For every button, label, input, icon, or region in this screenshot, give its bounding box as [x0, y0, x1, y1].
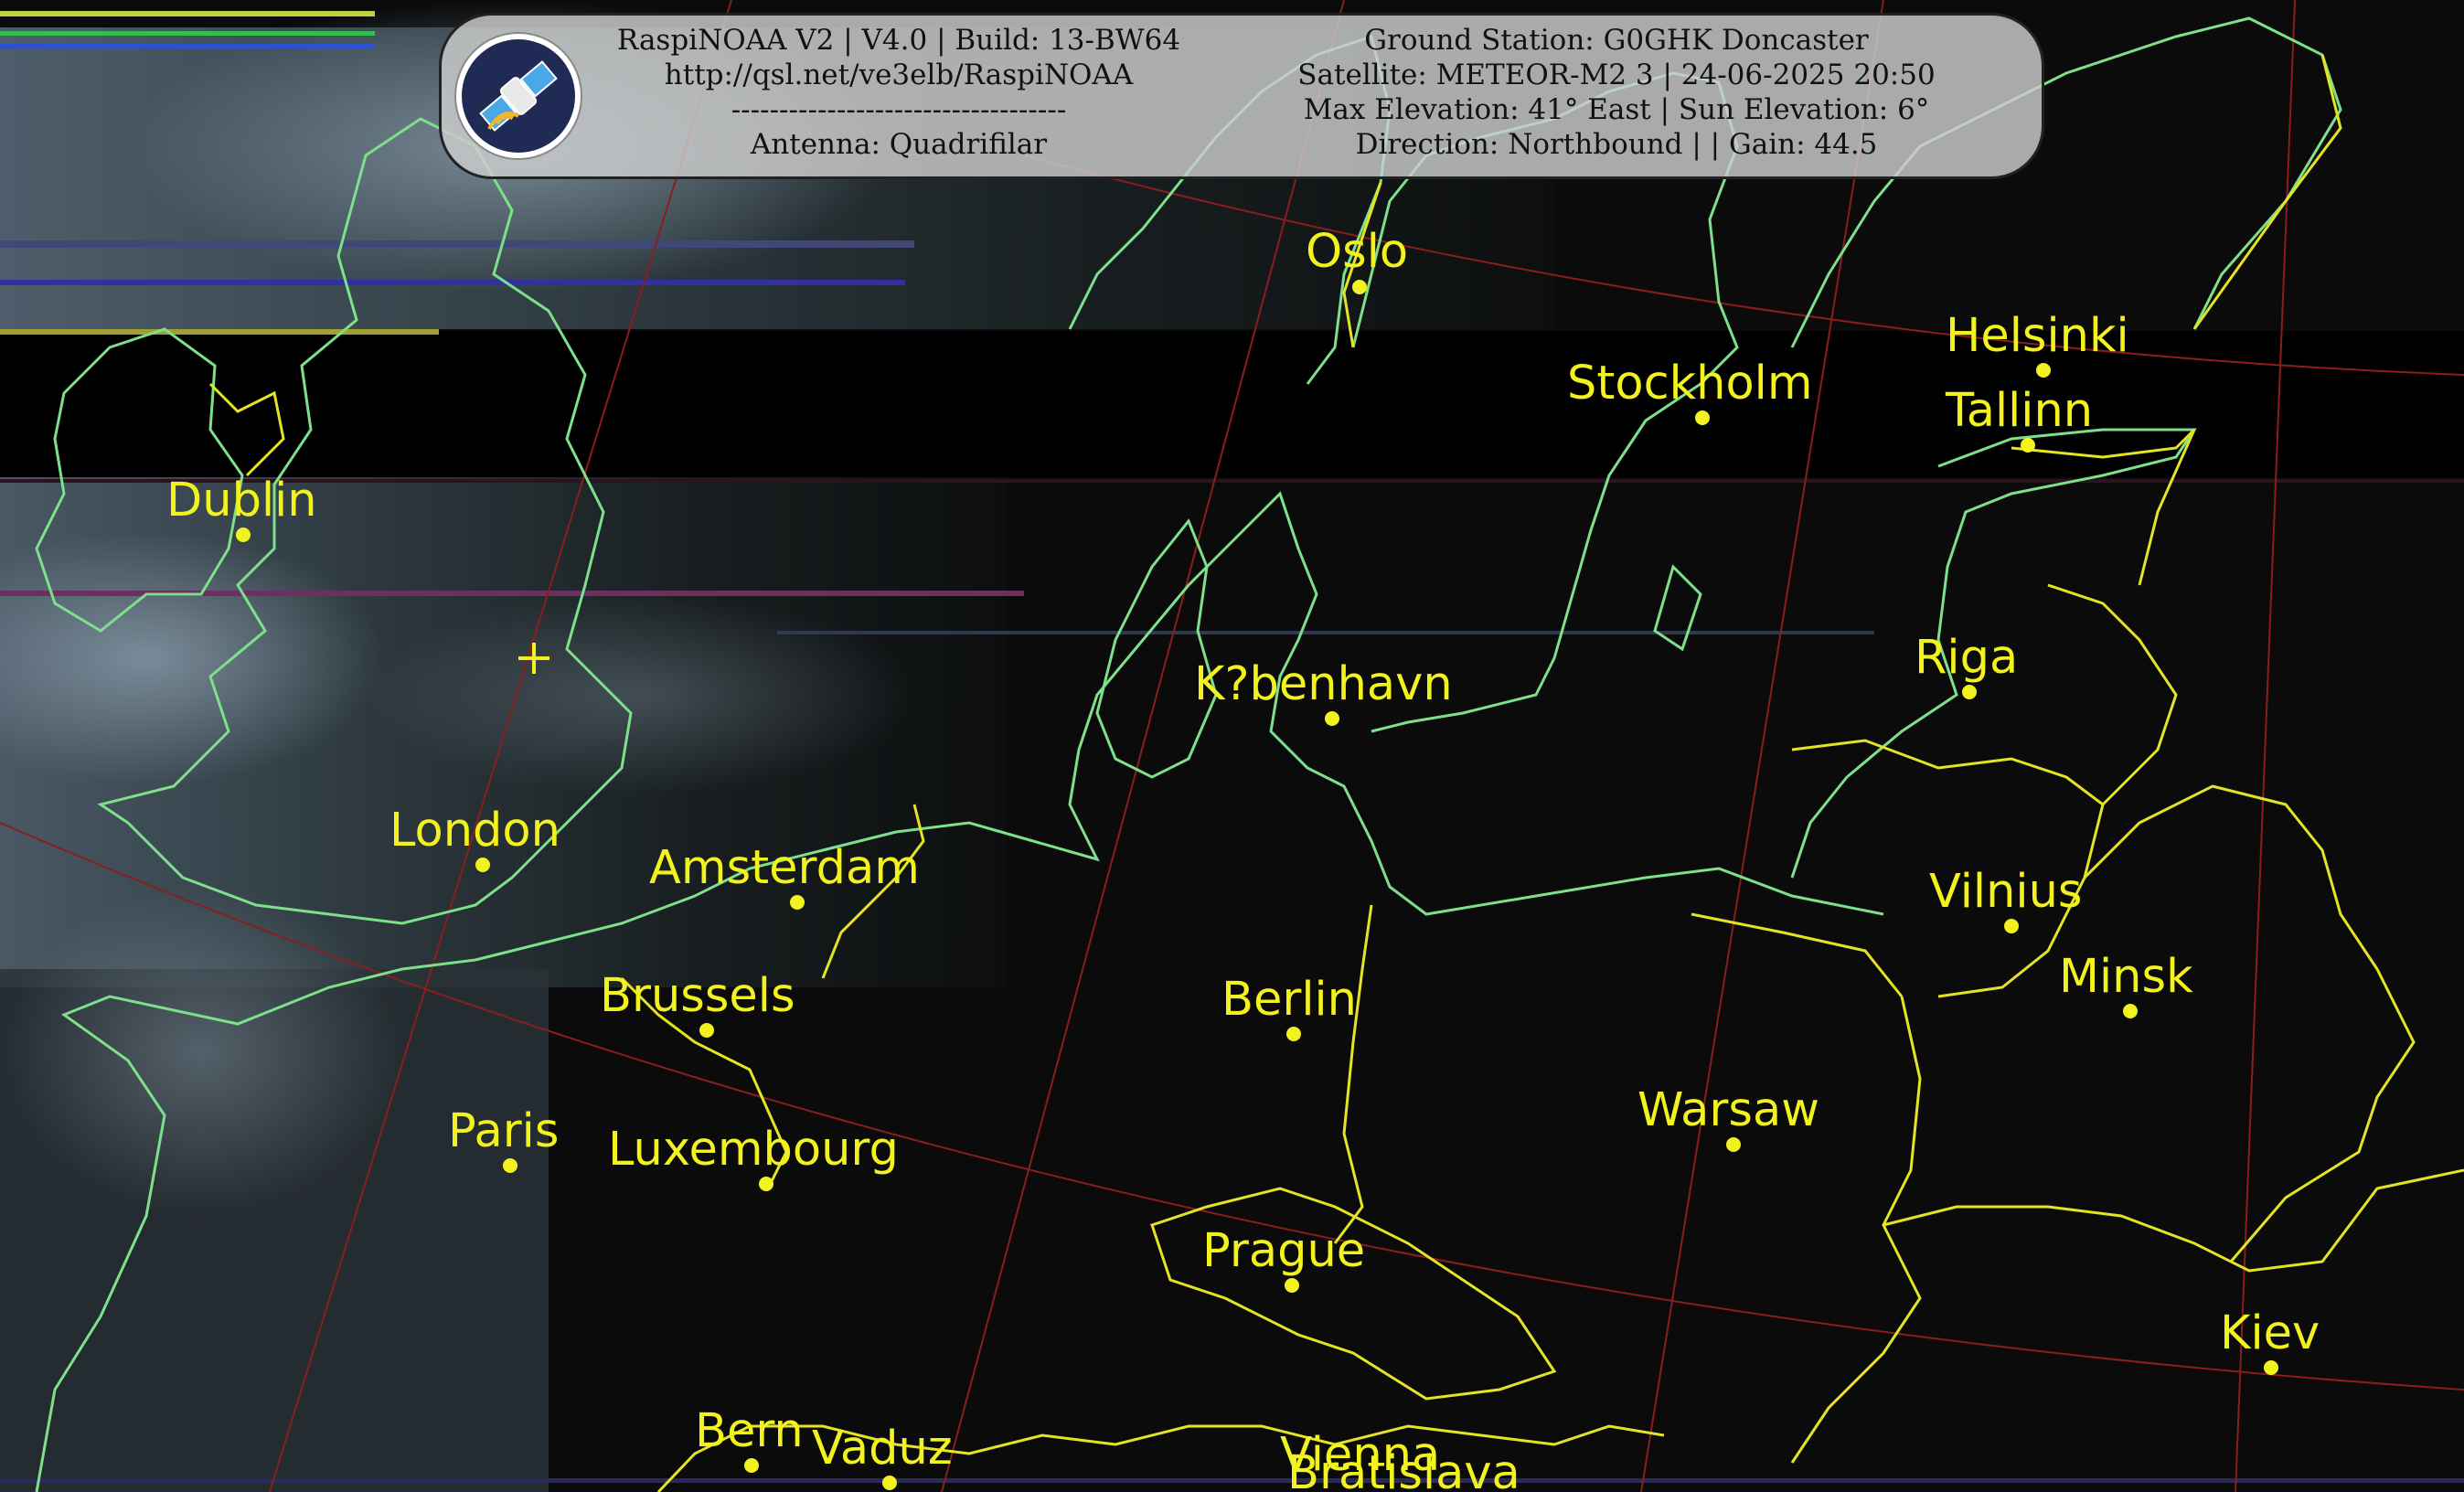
pass-info-header: RaspiNOAA V2 | V4.0 | Build: 13-BW64 htt… — [439, 13, 2044, 179]
signal-noise-line — [0, 280, 905, 285]
signal-noise-line — [0, 479, 2464, 483]
city-label: Helsinki — [1946, 309, 2129, 363]
header-left-column: RaspiNOAA V2 | V4.0 | Build: 13-BW64 htt… — [597, 23, 1200, 162]
city-label: Berlin — [1221, 973, 1357, 1027]
city-label: Minsk — [2059, 950, 2193, 1004]
city-label: Kiev — [2220, 1306, 2320, 1360]
city-label: Vaduz — [812, 1422, 953, 1476]
header-satellite: Satellite: METEOR-M2 3 | 24-06-2025 20:5… — [1297, 59, 1936, 91]
city-dot — [790, 895, 805, 910]
city-marker[interactable]: Bratislava — [1287, 1446, 1520, 1492]
city-dot — [1286, 1027, 1301, 1041]
header-website: http://qsl.net/ve3elb/RaspiNOAA — [664, 59, 1134, 91]
city-label: Brussels — [600, 969, 795, 1023]
city-dot — [2264, 1360, 2278, 1375]
city-label: London — [389, 804, 560, 858]
city-label: Stockholm — [1567, 357, 1813, 410]
signal-noise-line — [0, 11, 375, 16]
city-label: K?benhavn — [1194, 657, 1453, 711]
city-dot — [1325, 711, 1339, 726]
header-right-column: Ground Station: G0GHK Doncaster Satellit… — [1264, 23, 1968, 162]
signal-noise-line — [0, 44, 375, 49]
city-dot — [759, 1177, 773, 1191]
city-dot — [1962, 685, 1977, 699]
header-antenna: Antenna: Quadrifilar — [750, 128, 1048, 161]
city-label: Riga — [1915, 631, 2018, 685]
signal-noise-line — [0, 240, 914, 248]
city-label: Vilnius — [1929, 865, 2083, 919]
city-dot — [236, 528, 251, 542]
city-dot — [1695, 410, 1710, 425]
city-dot — [503, 1158, 517, 1173]
city-dot — [1352, 280, 1367, 294]
city-label: Tallinn — [1945, 384, 2093, 438]
header-ground-station: Ground Station: G0GHK Doncaster — [1364, 24, 1869, 57]
city-label: Bern — [695, 1404, 804, 1458]
city-label: Paris — [448, 1104, 559, 1158]
city-label: Warsaw — [1637, 1083, 1819, 1137]
city-dot — [2021, 438, 2035, 453]
signal-noise-line — [0, 31, 375, 36]
city-label: Dublin — [166, 474, 317, 528]
city-dot — [475, 858, 490, 872]
satellite-map: Oslo Stockholm Helsinki Tallinn Dublin R… — [0, 0, 2464, 1492]
cloud-patch — [366, 594, 914, 795]
city-dot — [699, 1023, 714, 1038]
city-label: Bratislava — [1287, 1446, 1520, 1492]
cloud-patch — [0, 887, 402, 1216]
city-label: Oslo — [1306, 225, 1408, 279]
city-label: Luxembourg — [608, 1123, 899, 1177]
header-elevation: Max Elevation: 41° East | Sun Elevation:… — [1303, 93, 1930, 126]
city-dot — [2004, 919, 2019, 933]
city-dot — [1285, 1278, 1299, 1293]
city-dot — [744, 1458, 759, 1473]
city-dot — [2036, 363, 2051, 378]
city-label: Prague — [1202, 1224, 1365, 1278]
signal-noise-line — [0, 329, 439, 335]
city-dot — [2123, 1004, 2138, 1018]
city-dot — [1726, 1137, 1741, 1152]
city-dot — [882, 1476, 897, 1490]
header-divider: ----------------------------------- — [731, 93, 1067, 126]
signal-noise-line — [777, 631, 1874, 634]
satellite-icon — [454, 32, 582, 160]
header-software-version: RaspiNOAA V2 | V4.0 | Build: 13-BW64 — [616, 24, 1181, 57]
header-direction-gain: Direction: Northbound | | Gain: 44.5 — [1355, 128, 1878, 161]
city-label: Amsterdam — [649, 841, 920, 895]
signal-noise-line — [0, 1478, 2464, 1483]
